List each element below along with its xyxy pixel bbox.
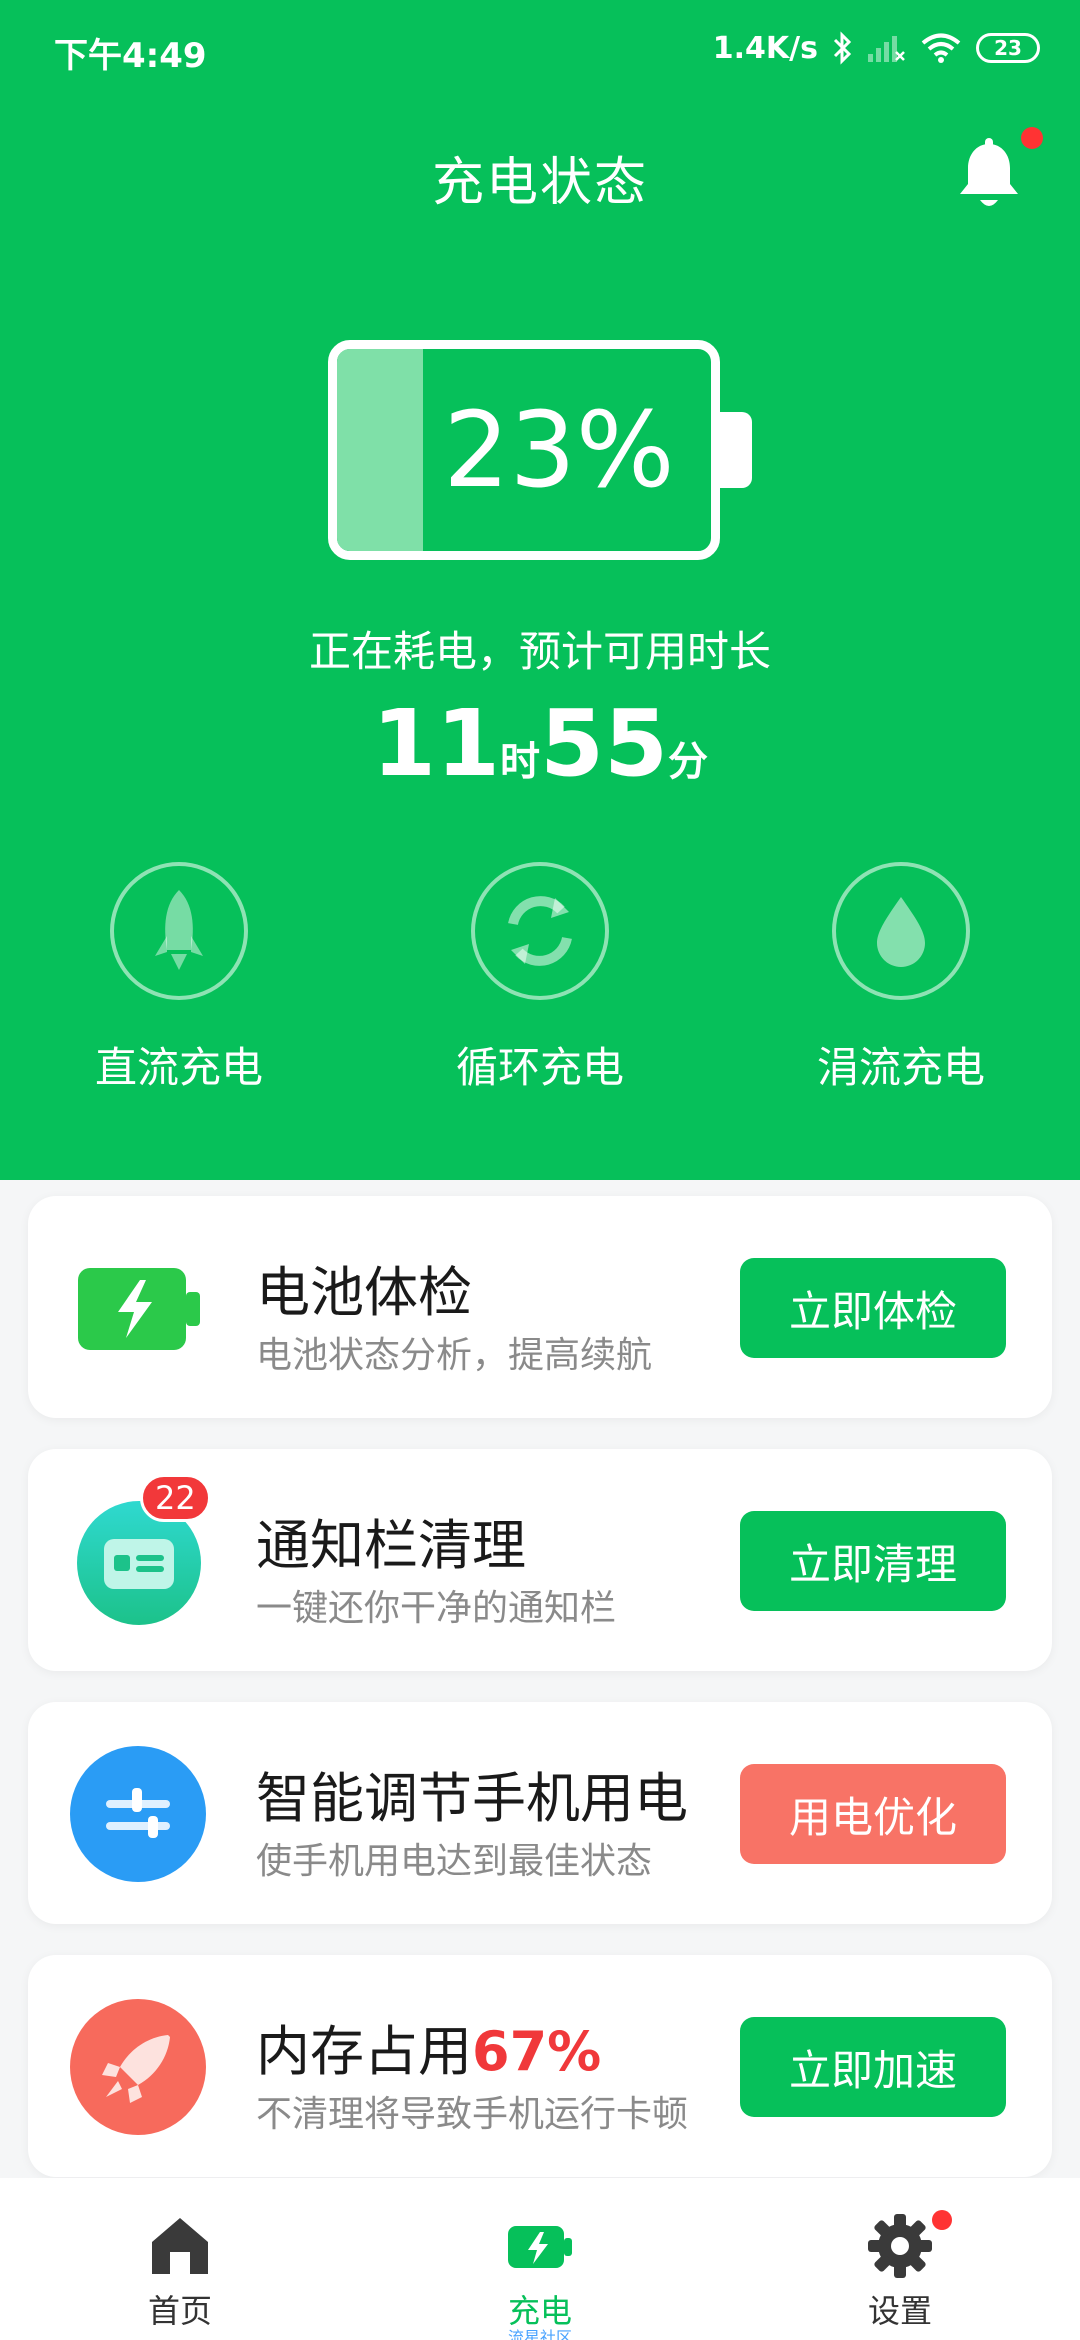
- hours-value: 11: [371, 690, 500, 797]
- battery-percent: 23%: [443, 389, 675, 511]
- header-panel: 下午4:49 1.4K/s 23 充电状态 23% 正在耗电，预计可用时长 11…: [0, 0, 1080, 1180]
- nav-charge[interactable]: 充电 流星社区: [440, 2178, 640, 2340]
- charge-icon: [506, 2212, 574, 2280]
- minutes-unit: 分: [668, 739, 709, 785]
- nav-home[interactable]: 首页: [80, 2178, 280, 2340]
- signal-icon: [866, 32, 906, 64]
- page-title: 充电状态: [431, 153, 648, 213]
- card-title: 电池体检: [256, 1261, 472, 1324]
- status-time: 下午4:49: [54, 36, 207, 76]
- card-smart-power: 智能调节手机用电 使手机用电达到最佳状态 用电优化: [28, 1702, 1052, 1924]
- power-optimize-button[interactable]: 用电优化: [740, 1764, 1006, 1864]
- mode-label: 循环充电: [455, 1043, 624, 1092]
- network-speed: 1.4K/s: [712, 30, 818, 66]
- nav-sublabel: 流星社区: [507, 2328, 572, 2340]
- status-icons: 1.4K/s 23: [713, 26, 1040, 70]
- usage-text: 正在耗电，预计可用时长: [308, 627, 771, 676]
- card-title: 智能调节手机用电: [256, 1767, 688, 1830]
- card-title: 通知栏清理: [256, 1514, 526, 1577]
- bottom-nav: 首页 充电 流星社区 设置: [0, 2178, 1080, 2340]
- speed-up-button[interactable]: 立即加速: [740, 2017, 1006, 2117]
- home-icon: [146, 2212, 214, 2280]
- clean-now-button[interactable]: 立即清理: [740, 1511, 1006, 1611]
- battery-bolt-icon: [74, 1242, 204, 1372]
- nav-label: 设置: [867, 2292, 932, 2330]
- card-battery-check: 电池体检 电池状态分析，提高续航 立即体检: [28, 1196, 1052, 1418]
- cycle-icon: [471, 862, 609, 1000]
- bell-icon[interactable]: [954, 138, 1024, 218]
- rocket-icon: [70, 1999, 206, 2135]
- hours-unit: 时: [500, 739, 540, 785]
- card-subtitle: 电池状态分析，提高续航: [256, 1335, 653, 1376]
- drop-icon: [832, 862, 970, 1000]
- notification-count-badge: 22: [140, 1474, 211, 1522]
- battery-status-icon: 23: [976, 33, 1040, 63]
- mode-trickle-charge[interactable]: 涓流充电: [776, 862, 1026, 1095]
- card-subtitle: 不清理将导致手机运行卡顿: [256, 2094, 689, 2135]
- card-subtitle: 一键还你干净的通知栏: [256, 1588, 617, 1629]
- card-memory-usage: 内存占用67% 不清理将导致手机运行卡顿 立即加速: [28, 1955, 1052, 2177]
- nav-label: 首页: [147, 2292, 212, 2330]
- nav-settings[interactable]: 设置: [800, 2178, 1000, 2340]
- settings-notification-dot: [932, 2210, 952, 2230]
- minutes-value: 55: [540, 690, 669, 797]
- battery-cap: [720, 412, 752, 488]
- sliders-icon: [70, 1746, 206, 1882]
- memory-percent: 67%: [472, 2020, 602, 2083]
- card-title: 内存占用67%: [256, 2007, 601, 2086]
- wifi-icon: [920, 32, 962, 64]
- mode-label: 涓流充电: [816, 1043, 985, 1092]
- card-subtitle: 使手机用电达到最佳状态: [256, 1841, 653, 1882]
- mode-direct-charge[interactable]: 直流充电: [54, 862, 304, 1095]
- notification-dot: [1021, 127, 1043, 149]
- mode-cycle-charge[interactable]: 循环充电: [415, 862, 665, 1095]
- remaining-time: 11时55分: [0, 690, 1080, 797]
- card-title-text: 内存占用: [256, 2020, 472, 2083]
- bluetooth-icon: [832, 31, 852, 65]
- status-bar: 下午4:49 1.4K/s 23: [0, 0, 1080, 96]
- battery-graphic: 23%: [328, 340, 720, 560]
- mode-label: 直流充电: [94, 1043, 263, 1092]
- check-now-button[interactable]: 立即体检: [740, 1258, 1006, 1358]
- rocket-icon: [110, 862, 248, 1000]
- gear-icon: [866, 2212, 934, 2280]
